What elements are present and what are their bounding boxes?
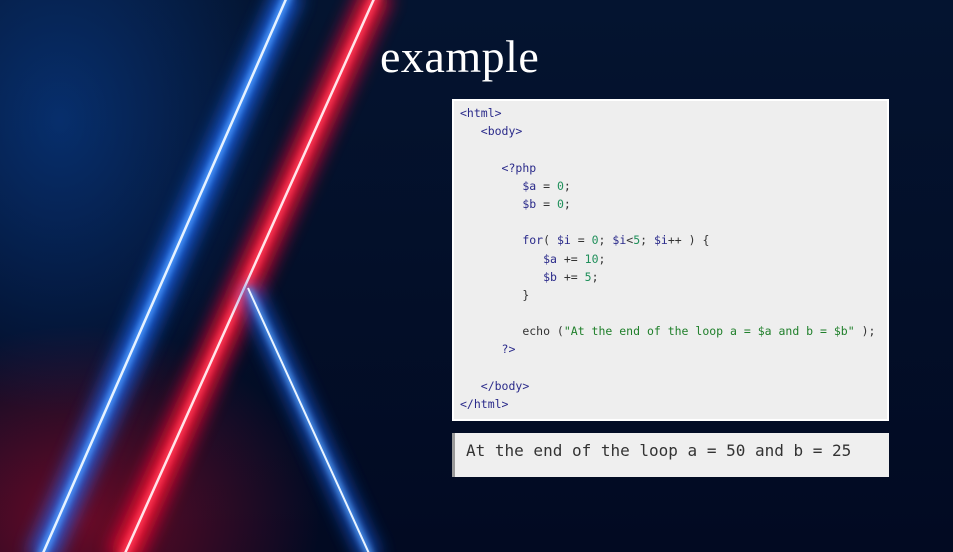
- code-line: ?>: [460, 340, 887, 358]
- code-line: $b += 5;: [460, 268, 887, 286]
- code-line: <?php: [460, 159, 887, 177]
- code-token: =: [536, 196, 557, 211]
- code-token: ;: [598, 233, 613, 248]
- code-line: for( $i = 0; $i<5; $i++ ) {: [460, 231, 887, 249]
- code-output-panel: At the end of the loop a = 50 and b = 25: [452, 433, 889, 477]
- code-token: 0: [556, 178, 564, 193]
- code-line: }: [460, 286, 887, 304]
- code-line: $a = 0;: [460, 177, 887, 195]
- code-line: <html>: [460, 104, 887, 122]
- code-line: $a += 10;: [460, 250, 887, 268]
- code-token: ++ ) {: [667, 233, 710, 248]
- code-token: +=: [556, 269, 585, 284]
- code-token: $i: [653, 233, 668, 248]
- code-token: ;: [563, 196, 571, 211]
- code-token: =: [536, 178, 557, 193]
- code-line: $b = 0;: [460, 195, 887, 213]
- code-token: ;: [640, 233, 654, 248]
- code-token: ;: [598, 251, 606, 266]
- code-token: for: [522, 233, 544, 248]
- code-token: ?>: [501, 342, 516, 357]
- code-token: $a: [543, 251, 557, 266]
- slide-title: example: [380, 31, 540, 82]
- code-line: <body>: [460, 122, 887, 140]
- code-token: 5: [584, 269, 592, 284]
- code-token: <?php: [501, 160, 537, 175]
- code-sample-panel: <html> <body> <?php $a = 0; $b = 0; for(…: [452, 99, 889, 421]
- code-token: 0: [556, 196, 564, 211]
- code-token: +=: [556, 251, 585, 266]
- code-token: $a: [522, 178, 537, 193]
- code-token: </html>: [460, 397, 509, 411]
- code-token: $i: [556, 233, 571, 248]
- blue-neon-diagonal: [239, 284, 379, 552]
- code-token: }: [522, 287, 530, 302]
- code-token: </body>: [480, 378, 530, 393]
- code-token: <body>: [480, 124, 523, 139]
- code-line: </html>: [460, 395, 887, 413]
- code-token: echo (: [522, 324, 564, 339]
- code-token: ;: [563, 178, 571, 193]
- code-token: "At the end of the loop a = $a and b = $…: [563, 324, 855, 339]
- code-line: </body>: [460, 377, 887, 395]
- code-token: 10: [584, 251, 599, 266]
- code-token: );: [854, 324, 876, 339]
- code-token: (: [543, 233, 557, 248]
- code-token: ;: [591, 269, 599, 284]
- code-token: <html>: [460, 106, 502, 120]
- code-token: $i: [612, 233, 627, 248]
- presentation-slide: example <html> <body> <?php $a = 0; $b =…: [0, 0, 953, 552]
- code-token: $b: [543, 269, 557, 284]
- code-token: $b: [522, 196, 537, 211]
- code-token: 0: [591, 233, 599, 248]
- code-line: echo ("At the end of the loop a = $a and…: [460, 322, 887, 340]
- code-token: =: [570, 233, 592, 248]
